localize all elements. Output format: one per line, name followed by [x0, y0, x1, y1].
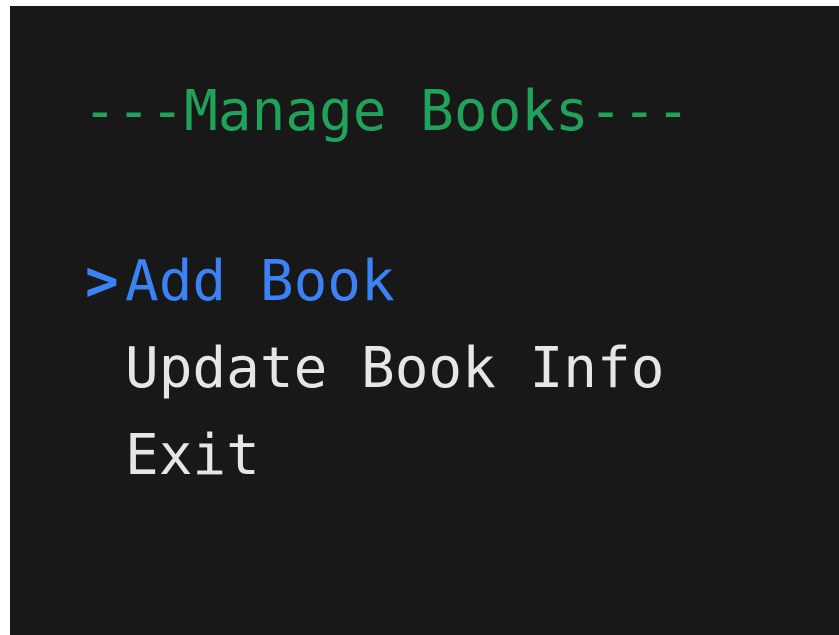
menu-item-label: Add Book — [125, 249, 395, 314]
menu-title: ---Manage Books--- — [83, 79, 690, 144]
menu-item-label: Exit — [125, 423, 260, 488]
menu-item-update-book-info[interactable]: Update Book Info — [85, 341, 664, 397]
menu-item-exit[interactable]: Exit — [85, 428, 260, 484]
menu-item-label: Update Book Info — [125, 336, 665, 401]
menu-item-add-book[interactable]: > Add Book — [85, 254, 395, 310]
terminal-window: ---Manage Books--- > Add Book Update Boo… — [10, 6, 839, 635]
selection-cursor-icon: > — [85, 249, 119, 314]
